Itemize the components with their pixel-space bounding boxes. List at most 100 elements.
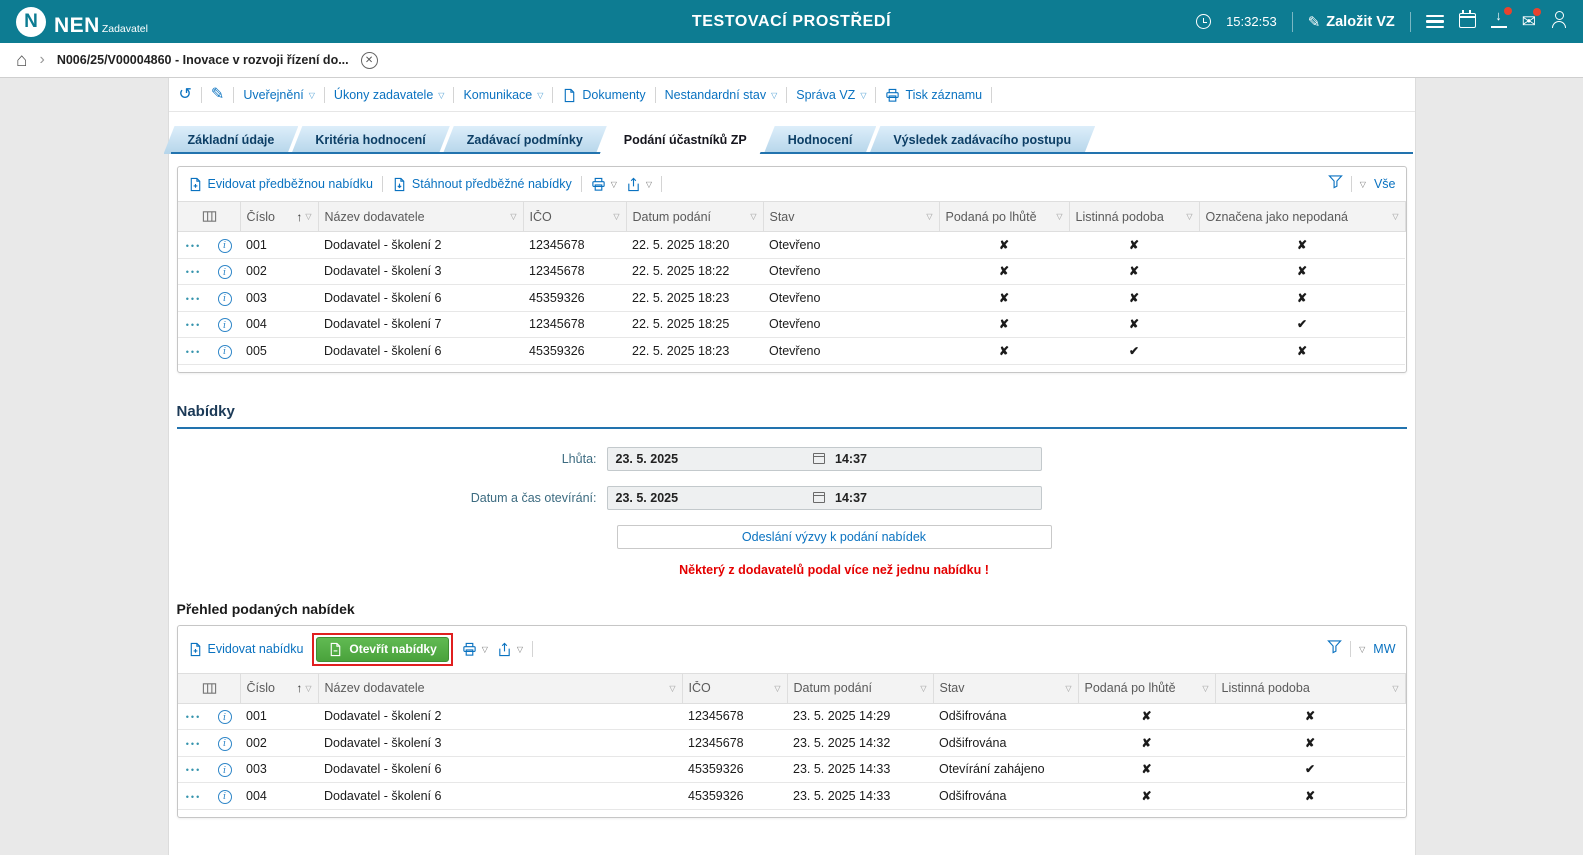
- table-row[interactable]: ••• i 001 Dodavatel - školení 2 12345678…: [178, 703, 1405, 730]
- filter-caret-icon[interactable]: ▽: [613, 212, 619, 221]
- filter-caret-icon[interactable]: ▽: [774, 684, 780, 693]
- filter-caret-icon[interactable]: ▽: [510, 212, 516, 221]
- column-header[interactable]: Datum podání ↑ ▽: [787, 672, 934, 704]
- filter-caret-icon[interactable]: ▽: [750, 212, 756, 221]
- row-info-icon[interactable]: i: [217, 344, 232, 359]
- row-menu-icon[interactable]: •••: [186, 712, 201, 722]
- filter-caret-icon[interactable]: ▽: [1056, 212, 1062, 221]
- row-info-icon[interactable]: i: [217, 710, 232, 724]
- caret-down-icon[interactable]: ▽: [482, 645, 488, 654]
- action-sprava-vz[interactable]: Správa VZ ▽: [796, 88, 866, 102]
- column-settings-icon[interactable]: [185, 209, 234, 224]
- column-header[interactable]: Datum podání ↑ ▽: [626, 201, 764, 232]
- column-header[interactable]: Číslo ↑ ▽: [240, 201, 319, 232]
- column-header[interactable]: Stav ↑ ▽: [763, 201, 940, 232]
- table-row[interactable]: ••• i 002 Dodavatel - školení 3 12345678…: [178, 258, 1405, 285]
- column-header[interactable]: Číslo ↑ ▽: [240, 672, 319, 704]
- caret-down-icon[interactable]: ▽: [646, 180, 652, 189]
- close-breadcrumb-icon[interactable]: ✕: [360, 51, 378, 69]
- table-row[interactable]: ••• i 004 Dodavatel - školení 7 12345678…: [178, 311, 1405, 338]
- row-info-icon[interactable]: i: [217, 763, 232, 777]
- tab[interactable]: Hodnocení: [764, 126, 877, 154]
- table-row[interactable]: ••• i 005 Dodavatel - školení 6 45359326…: [178, 337, 1405, 365]
- otevrit-nabidky-button[interactable]: Otevřít nabídky: [316, 636, 449, 662]
- oteviranni-time-value[interactable]: 14:37: [825, 491, 1033, 505]
- column-header[interactable]: IČO ↑ ▽: [682, 672, 788, 704]
- row-menu-icon[interactable]: •••: [186, 739, 201, 749]
- view-caret-icon[interactable]: ▽: [1360, 180, 1366, 189]
- evidovat-nabidku-button[interactable]: Evidovat nabídku: [188, 642, 303, 657]
- filter-caret-icon[interactable]: ▽: [1065, 684, 1071, 693]
- caret-down-icon[interactable]: ▽: [611, 180, 617, 189]
- column-header[interactable]: Podaná po lhůtě ↑ ▽: [939, 201, 1070, 232]
- row-info-icon[interactable]: i: [217, 265, 232, 279]
- table-row[interactable]: ••• i 004 Dodavatel - školení 6 45359326…: [178, 782, 1405, 810]
- action-nestandardni-stav[interactable]: Nestandardní stav ▽: [665, 88, 778, 102]
- filter-icon[interactable]: [1327, 639, 1342, 659]
- row-menu-icon[interactable]: •••: [186, 792, 201, 802]
- column-header[interactable]: Podaná po lhůtě ↑ ▽: [1078, 672, 1216, 704]
- table-row[interactable]: ••• i 001 Dodavatel - školení 2 12345678…: [178, 231, 1405, 259]
- download-icon[interactable]: ↓: [1490, 6, 1512, 33]
- sort-asc-icon[interactable]: ↑: [296, 210, 302, 224]
- lhuta-datetime-field[interactable]: 23. 5. 2025 14:37: [606, 446, 1042, 471]
- action-dokumenty[interactable]: Dokumenty: [562, 88, 646, 103]
- filter-caret-icon[interactable]: ▽: [669, 684, 675, 693]
- lhuta-time-value[interactable]: 14:37: [825, 452, 1033, 466]
- nen-logo[interactable]: iN NENZadavatel: [16, 6, 148, 37]
- row-menu-icon[interactable]: •••: [186, 320, 201, 330]
- user-icon[interactable]: [1551, 10, 1567, 33]
- column-header[interactable]: Listinná podoba ↑ ▽: [1069, 201, 1200, 232]
- row-info-icon[interactable]: i: [217, 318, 232, 332]
- row-menu-icon[interactable]: •••: [186, 347, 201, 357]
- home-icon[interactable]: ⌂: [16, 51, 27, 70]
- row-info-icon[interactable]: i: [217, 736, 232, 751]
- row-info-icon[interactable]: i: [217, 238, 232, 253]
- print-button[interactable]: ▽: [591, 177, 617, 192]
- column-header[interactable]: IČO ↑ ▽: [523, 201, 627, 232]
- column-header[interactable]: Název dodavatele ↑ ▽: [318, 672, 683, 704]
- calendar-picker-icon[interactable]: [813, 453, 825, 464]
- column-header[interactable]: Název dodavatele ↑ ▽: [318, 201, 524, 232]
- view-selector[interactable]: MW: [1373, 642, 1395, 656]
- lhuta-date-value[interactable]: 23. 5. 2025: [616, 452, 814, 466]
- action-uverejneni[interactable]: Uveřejnění ▽: [243, 88, 315, 102]
- filter-caret-icon[interactable]: ▽: [1392, 684, 1398, 693]
- tab[interactable]: Podání účastníků ZP: [600, 126, 771, 154]
- table-row[interactable]: ••• i 002 Dodavatel - školení 3 12345678…: [178, 729, 1405, 757]
- table-row[interactable]: ••• i 003 Dodavatel - školení 6 45359326…: [178, 756, 1405, 783]
- column-header[interactable]: Označena jako nepodaná ↑ ▽: [1199, 201, 1406, 232]
- tab[interactable]: Kritéria hodnocení: [291, 126, 449, 154]
- filter-icon[interactable]: [1327, 174, 1343, 194]
- row-info-icon[interactable]: i: [217, 291, 232, 306]
- row-menu-icon[interactable]: •••: [186, 294, 201, 304]
- column-header[interactable]: Listinná podoba ↑ ▽: [1215, 672, 1406, 704]
- view-selector[interactable]: Vše: [1374, 177, 1396, 191]
- calendar-icon[interactable]: [1458, 10, 1476, 33]
- tab[interactable]: Výsledek zadávacího postupu: [869, 126, 1095, 154]
- odeslani-vyzvy-button[interactable]: Odeslání výzvy k podání nabídek: [616, 524, 1052, 549]
- action-ukony-zadavatele[interactable]: Úkony zadavatele ▽: [334, 88, 445, 102]
- row-menu-icon[interactable]: •••: [186, 765, 201, 775]
- export-button[interactable]: ▽: [497, 642, 523, 657]
- filter-caret-icon[interactable]: ▽: [305, 684, 311, 693]
- calendar-picker-icon[interactable]: [813, 492, 825, 503]
- breadcrumb-item[interactable]: N006/25/V00004860 - Inovace v rozvoji ří…: [57, 53, 349, 67]
- filter-caret-icon[interactable]: ▽: [920, 684, 926, 693]
- filter-caret-icon[interactable]: ▽: [1202, 684, 1208, 693]
- row-info-icon[interactable]: i: [217, 789, 232, 804]
- create-vz-button[interactable]: ✎ Založit VZ: [1308, 13, 1395, 31]
- column-settings-icon[interactable]: [185, 681, 234, 696]
- filter-caret-icon[interactable]: ▽: [1392, 212, 1398, 221]
- row-menu-icon[interactable]: •••: [186, 241, 201, 251]
- sort-asc-icon[interactable]: ↑: [296, 681, 302, 695]
- mail-icon[interactable]: ✉: [1522, 7, 1541, 32]
- history-icon[interactable]: ↺: [179, 87, 192, 103]
- tab[interactable]: Základní údaje: [164, 126, 299, 154]
- oteviranni-date-value[interactable]: 23. 5. 2025: [616, 491, 814, 505]
- edit-icon[interactable]: ✎: [211, 87, 224, 103]
- column-header[interactable]: Stav ↑ ▽: [933, 672, 1079, 704]
- view-caret-icon[interactable]: ▽: [1359, 645, 1365, 654]
- caret-down-icon[interactable]: ▽: [517, 645, 523, 654]
- oteviranni-datetime-field[interactable]: 23. 5. 2025 14:37: [606, 485, 1042, 510]
